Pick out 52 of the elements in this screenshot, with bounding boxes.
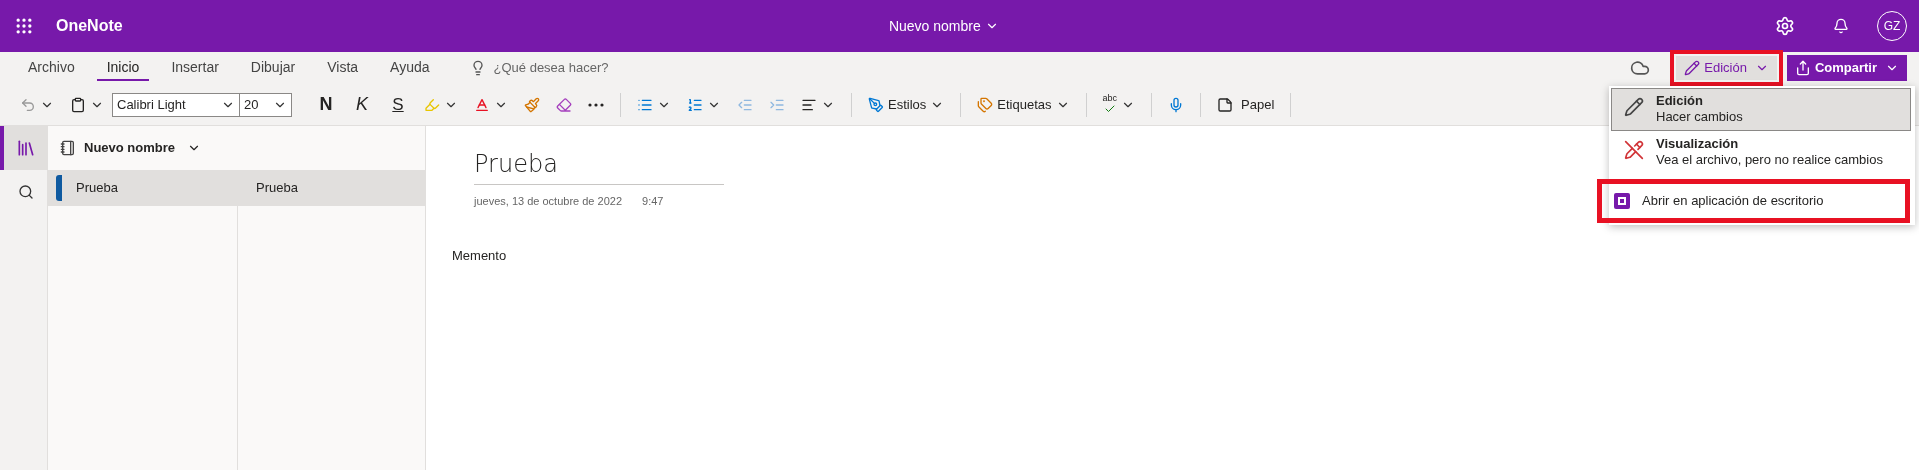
ribbon-tab[interactable]: Vista	[317, 55, 369, 81]
document-title[interactable]: Nuevo nombre	[888, 15, 999, 37]
notebook-icon	[60, 140, 76, 156]
eraser-icon	[556, 96, 572, 113]
note-paper-icon	[1217, 96, 1233, 113]
underline-button[interactable]: S	[380, 88, 416, 121]
microphone-icon	[1168, 96, 1184, 113]
italic-button[interactable]: K	[344, 88, 380, 121]
styles-button[interactable]: Estilos	[860, 88, 953, 121]
tag-icon	[977, 96, 994, 113]
ribbon-tab[interactable]: Ayuda	[380, 55, 440, 81]
font-size-field[interactable]: 20	[240, 92, 292, 117]
font-field[interactable]: Calibri Light	[112, 92, 240, 117]
page-date: jueves, 13 de octubre de 2022	[474, 194, 622, 209]
pencil-off-icon	[1624, 139, 1644, 160]
spelling-button[interactable]: abc	[1094, 88, 1143, 121]
section-item[interactable]: Prueba	[48, 170, 237, 206]
page-time: 9:47	[642, 194, 664, 209]
paintbrush-icon	[524, 96, 540, 113]
pen-icon	[868, 96, 884, 113]
tags-button[interactable]: Etiquetas	[969, 88, 1078, 121]
undo-icon	[20, 96, 36, 113]
cloud-sync-icon	[1630, 58, 1651, 78]
ribbon-tab[interactable]: Archivo	[18, 55, 85, 81]
check-icon	[1103, 103, 1116, 115]
numbered-list-icon	[687, 96, 703, 113]
onenote-logo-icon	[1614, 193, 1630, 209]
ribbon-tab[interactable]: Inicio	[96, 55, 150, 81]
share-button[interactable]: Compartir	[1786, 55, 1907, 81]
ribbon-tab[interactable]: Insertar	[161, 55, 229, 81]
mode-menu-item[interactable]: Abrir en aplicación de escritorio	[1602, 187, 1836, 215]
ribbon-tab[interactable]: Dibujar	[240, 55, 306, 81]
page-title[interactable]: Prueba	[474, 146, 724, 185]
editing-mode-button[interactable]: Edición	[1676, 56, 1777, 80]
clipboard-icon	[70, 96, 86, 113]
more-icon	[588, 102, 604, 107]
share-icon	[1794, 60, 1811, 76]
font-color-icon	[474, 96, 490, 113]
notebook-selector[interactable]: Nuevo nombre	[48, 126, 425, 170]
app-name: OneNote	[56, 16, 123, 36]
bold-button[interactable]: N	[308, 88, 344, 121]
page-item[interactable]: Prueba	[238, 170, 425, 206]
pencil-icon	[1624, 97, 1644, 117]
note-text: Memento	[452, 246, 508, 265]
notebooks-button[interactable]	[0, 126, 47, 170]
highlighter-icon	[424, 96, 440, 113]
mode-menu-item[interactable]: Edición Hacer cambios	[1611, 88, 1911, 131]
mode-menu-item[interactable]: Visualización Vea el archivo, pero no realice cambios	[1611, 130, 1911, 173]
paper-button[interactable]: Papel	[1209, 88, 1283, 121]
tell-me-field[interactable]: ¿Qué desea hacer?	[493, 58, 694, 78]
pencil-icon	[1684, 60, 1701, 76]
search-icon	[17, 184, 34, 200]
